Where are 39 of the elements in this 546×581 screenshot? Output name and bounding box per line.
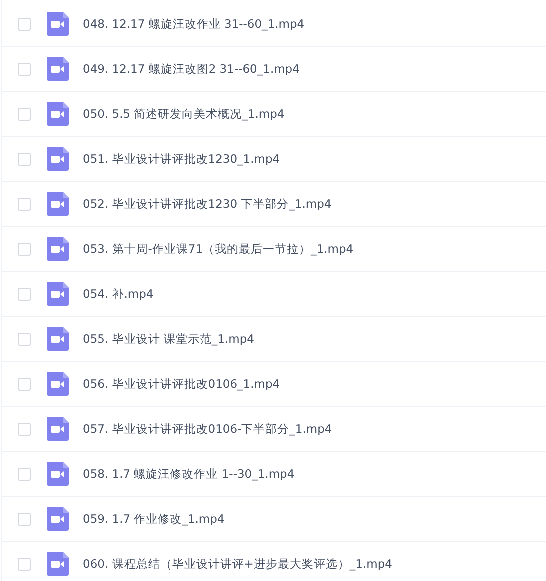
video-file-icon: [47, 192, 69, 216]
checkbox[interactable]: [18, 198, 31, 210]
video-file-icon: [47, 462, 69, 486]
checkbox[interactable]: [18, 512, 31, 526]
checkbox[interactable]: [18, 288, 31, 300]
file-name[interactable]: 057. 毕业设计讲评批改0106-下半部分_1.mp4: [83, 422, 332, 436]
file-name[interactable]: 049. 12.17 螺旋汪改图2 31--60_1.mp4: [83, 62, 300, 76]
checkbox[interactable]: [18, 108, 31, 120]
file-name[interactable]: 056. 毕业设计讲评批改0106_1.mp4: [83, 376, 280, 392]
checkbox[interactable]: [18, 332, 31, 346]
file-name[interactable]: 058. 1.7 螺旋汪修改作业 1--30_1.mp4: [83, 466, 295, 482]
file-name[interactable]: 050. 5.5 简述研发向美术概况_1.mp4: [83, 106, 285, 122]
checkbox[interactable]: [18, 468, 31, 480]
file-name[interactable]: 060. 课程总结（毕业设计讲评+进步最大奖评选）_1.mp4: [83, 556, 392, 572]
video-file-icon: [47, 282, 69, 306]
video-file-icon: [47, 417, 69, 441]
file-name[interactable]: 052. 毕业设计讲评批改1230 下半部分_1.mp4: [83, 196, 332, 212]
checkbox[interactable]: [18, 152, 31, 166]
video-file-icon: [47, 102, 69, 126]
file-name[interactable]: 055. 毕业设计 课堂示范_1.mp4: [83, 332, 254, 346]
video-file-icon: [47, 57, 69, 81]
video-file-icon: [47, 372, 69, 396]
file-name[interactable]: 054. 补.mp4: [83, 286, 154, 302]
video-file-icon: [47, 147, 69, 171]
checkbox[interactable]: [18, 62, 31, 76]
video-file-icon: [47, 12, 69, 36]
checkbox[interactable]: [18, 422, 31, 436]
file-name[interactable]: 048. 12.17 螺旋汪改作业 31--60_1.mp4: [83, 16, 305, 32]
video-file-icon: [47, 237, 69, 261]
file-name[interactable]: 059. 1.7 作业修改_1.mp4: [83, 512, 225, 526]
video-file-icon: [47, 327, 69, 351]
checkbox[interactable]: [18, 378, 31, 390]
checkbox[interactable]: [18, 18, 31, 30]
checkbox[interactable]: [18, 242, 31, 256]
checkbox[interactable]: [18, 558, 31, 570]
video-file-icon: [47, 507, 69, 531]
video-file-icon: [47, 552, 69, 576]
file-name[interactable]: 053. 第十周-作业课71（我的最后一节拉）_1.mp4: [83, 242, 354, 256]
file-name[interactable]: 051. 毕业设计讲评批改1230_1.mp4: [83, 152, 280, 166]
